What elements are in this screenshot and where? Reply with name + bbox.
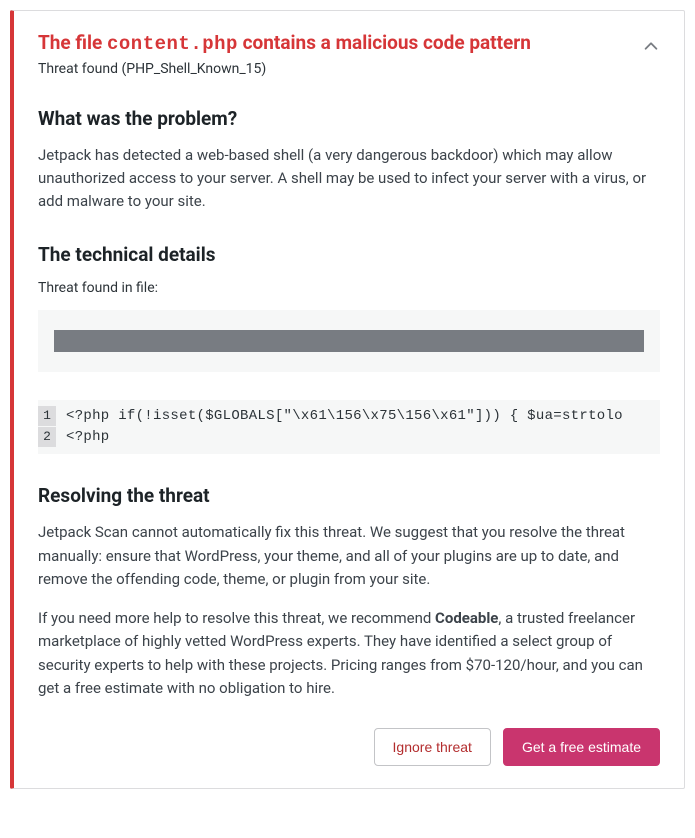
get-estimate-button[interactable]: Get a free estimate — [503, 728, 660, 766]
threat-title: The file content.php contains a maliciou… — [38, 31, 531, 57]
card-footer: Ignore threat Get a free estimate — [38, 728, 660, 766]
resolving-heading: Resolving the threat — [38, 484, 660, 507]
threat-card: The file content.php contains a maliciou… — [10, 10, 685, 789]
line-number: 2 — [38, 427, 56, 447]
codeable-name: Codeable — [435, 609, 498, 627]
code-line: <?php if(!isset($GLOBALS["\x61\156\x75\1… — [66, 406, 623, 427]
line-number: 1 — [38, 406, 56, 426]
problem-heading: What was the problem? — [38, 107, 660, 130]
resolving-pre: If you need more help to resolve this th… — [38, 609, 435, 627]
found-in-label: Threat found in file: — [38, 280, 660, 296]
file-path-block — [38, 310, 660, 372]
resolving-body-2: If you need more help to resolve this th… — [38, 607, 660, 700]
problem-body: Jetpack has detected a web-based shell (… — [38, 144, 660, 214]
resolving-body-1: Jetpack Scan cannot automatically fix th… — [38, 521, 660, 591]
code-snippet: 1 <?php if(!isset($GLOBALS["\x61\156\x75… — [38, 400, 660, 454]
code-line: <?php — [66, 427, 110, 448]
title-prefix: The file — [38, 31, 107, 54]
card-header: The file content.php contains a maliciou… — [38, 31, 660, 77]
chevron-up-icon — [642, 37, 660, 55]
header-text: The file content.php contains a maliciou… — [38, 31, 531, 77]
collapse-toggle[interactable] — [642, 37, 660, 55]
technical-heading: The technical details — [38, 243, 660, 266]
code-row: 2 <?php — [38, 427, 660, 448]
ignore-threat-button[interactable]: Ignore threat — [374, 728, 491, 766]
redacted-file-path — [54, 330, 644, 352]
title-suffix: contains a malicious code pattern — [238, 31, 531, 54]
title-filename: content.php — [107, 33, 238, 55]
code-row: 1 <?php if(!isset($GLOBALS["\x61\156\x75… — [38, 406, 660, 427]
threat-subtitle: Threat found (PHP_Shell_Known_15) — [38, 61, 531, 77]
